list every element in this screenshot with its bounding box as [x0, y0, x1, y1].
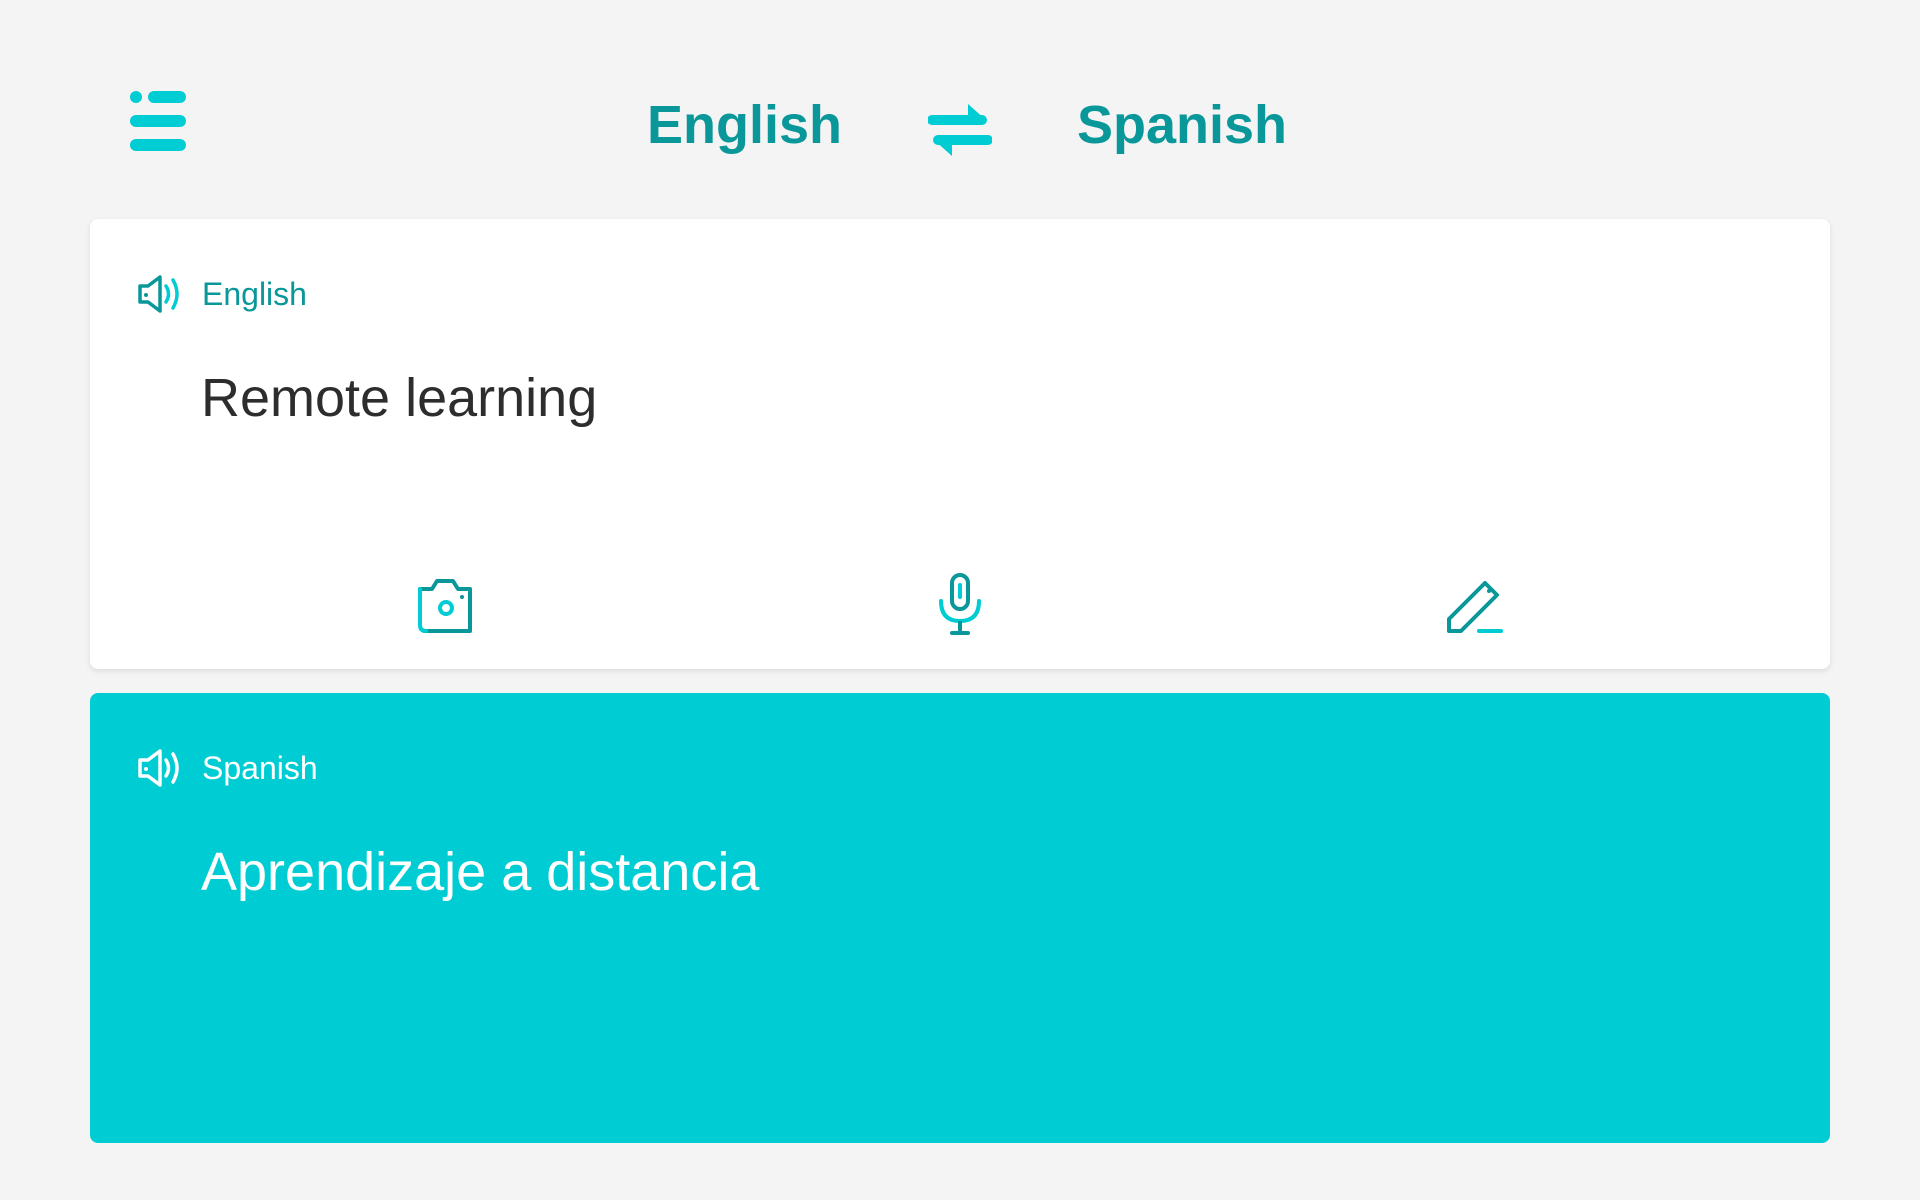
swap-languages-button[interactable]	[927, 98, 993, 162]
source-language-selector[interactable]: English	[647, 90, 842, 160]
microphone-button[interactable]	[920, 564, 1000, 644]
target-language-label: Spanish	[202, 749, 318, 786]
speaker-icon	[138, 275, 179, 313]
camera-icon	[418, 579, 472, 633]
source-speak-button[interactable]: English	[134, 269, 307, 319]
source-text-card: English Remote learning	[90, 219, 1830, 669]
target-language-selector[interactable]: Spanish	[1077, 90, 1287, 160]
swap-arrows-icon	[927, 104, 993, 156]
source-language-label: English	[202, 275, 307, 312]
source-text-input[interactable]: Remote learning	[201, 367, 597, 429]
pencil-icon	[1447, 581, 1503, 633]
microphone-icon	[939, 573, 981, 635]
translation-card: Spanish Aprendizaje a distancia	[90, 693, 1830, 1143]
target-speak-button[interactable]: Spanish	[134, 743, 318, 793]
hamburger-menu-icon	[130, 91, 186, 151]
handwriting-button[interactable]	[1434, 564, 1514, 644]
translator-app: English Spanish English Remote learning	[0, 0, 1920, 1200]
translated-text: Aprendizaje a distancia	[201, 842, 760, 902]
camera-button[interactable]	[405, 564, 485, 644]
speaker-icon	[138, 749, 179, 787]
menu-button[interactable]	[128, 88, 192, 152]
